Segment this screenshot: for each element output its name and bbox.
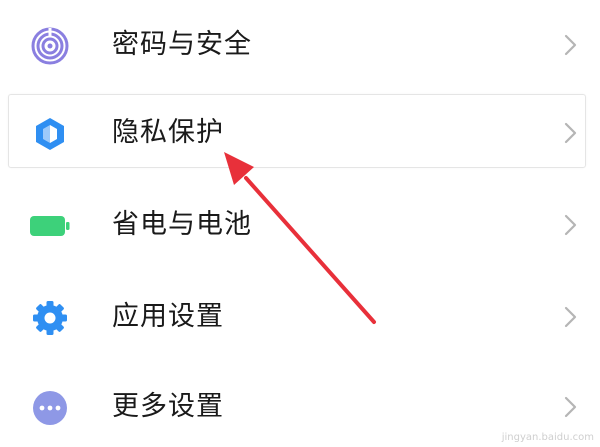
settings-item-password-security[interactable]: 密码与安全 [0,6,600,84]
settings-screen: 密码与安全 隐私保护 省电与电池 应用设置 更多设置 jingyan.baidu… [0,0,600,447]
chevron-right-icon [558,118,582,148]
privacy-shield-icon [30,114,70,154]
settings-item-label: 省电与电池 [112,209,252,240]
more-dots-icon [30,388,70,428]
settings-item-privacy[interactable]: 隐私保护 [0,94,600,172]
settings-item-label: 更多设置 [112,391,224,422]
settings-item-battery[interactable]: 省电与电池 [0,186,600,264]
settings-list: 密码与安全 隐私保护 省电与电池 应用设置 更多设置 [0,0,600,447]
settings-item-label: 隐私保护 [112,117,224,148]
highlight-frame [8,94,586,168]
gear-icon [30,298,70,338]
settings-item-label: 密码与安全 [112,29,252,60]
chevron-right-icon [558,392,582,422]
chevron-right-icon [558,210,582,240]
battery-icon [30,206,70,246]
fingerprint-icon [30,26,70,66]
settings-item-label: 应用设置 [112,301,224,332]
watermark: jingyan.baidu.com [501,432,594,443]
chevron-right-icon [558,302,582,332]
settings-item-app-settings[interactable]: 应用设置 [0,278,600,356]
chevron-right-icon [558,30,582,60]
